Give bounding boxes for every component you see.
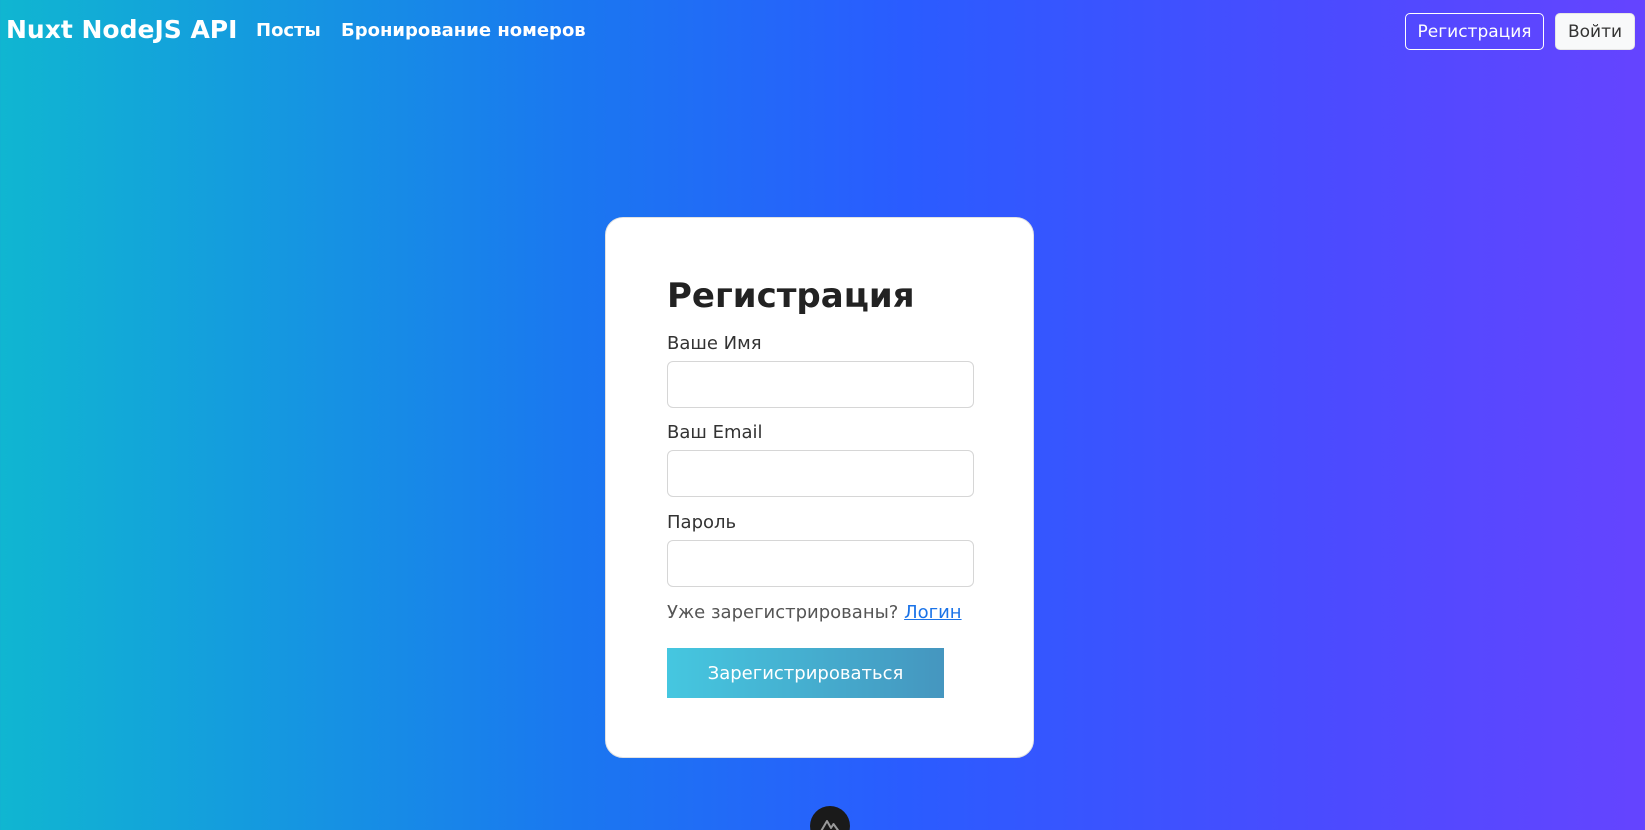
register-button[interactable]: Регистрация (1405, 13, 1544, 50)
already-registered-text: Уже зарегистрированы? Логин (667, 602, 962, 623)
nav-link-booking[interactable]: Бронирование номеров (341, 20, 586, 41)
login-link[interactable]: Логин (904, 602, 961, 623)
navbar: Nuxt NodeJS API Посты Бронирование номер… (0, 0, 1645, 64)
form-title: Регистрация (667, 276, 915, 316)
already-registered-label: Уже зарегистрированы? (667, 602, 899, 623)
login-button[interactable]: Войти (1555, 13, 1635, 50)
nav-link-posts[interactable]: Посты (256, 20, 321, 41)
submit-button[interactable]: Зарегистрироваться (667, 648, 944, 698)
password-label: Пароль (667, 512, 737, 533)
nuxt-logo-icon[interactable] (810, 806, 850, 830)
name-input[interactable] (667, 361, 974, 408)
nuxt-mountain-icon (820, 820, 840, 830)
email-label: Ваш Email (667, 422, 763, 443)
name-label: Ваше Имя (667, 333, 762, 354)
email-input[interactable] (667, 450, 974, 497)
registration-card: Регистрация Ваше Имя Ваш Email Пароль Уж… (605, 217, 1034, 758)
password-input[interactable] (667, 540, 974, 587)
brand-link[interactable]: Nuxt NodeJS API (6, 15, 237, 44)
